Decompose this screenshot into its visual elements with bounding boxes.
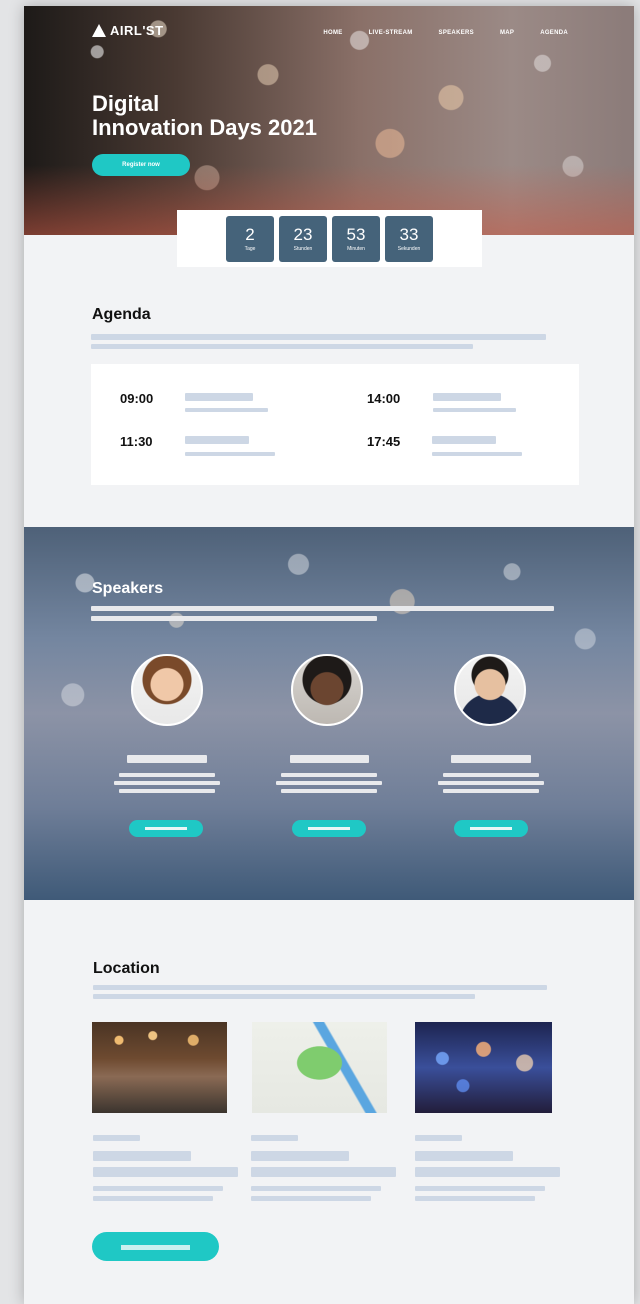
logo-icon [92, 24, 106, 37]
button-label-placeholder [121, 1245, 190, 1250]
location-text-placeholder [415, 1196, 535, 1201]
location-label-placeholder [93, 1135, 140, 1141]
speaker-text-placeholder [119, 789, 215, 793]
countdown-value: 2 [245, 224, 255, 244]
speakers-intro-placeholder [91, 606, 554, 611]
logo-text: AIRL'ST [110, 23, 164, 38]
countdown-value: 23 [293, 224, 313, 244]
map-image[interactable] [252, 1022, 387, 1113]
countdown-label: Tage [244, 245, 256, 252]
countdown-label: Stunden [293, 245, 313, 252]
location-button[interactable] [92, 1232, 219, 1261]
location-title-placeholder [251, 1151, 349, 1161]
agenda-text-placeholder [185, 452, 275, 456]
location-title-placeholder [93, 1167, 238, 1177]
speaker-name-placeholder [290, 755, 369, 763]
location-title-placeholder [93, 1151, 191, 1161]
club-photo[interactable] [415, 1022, 552, 1113]
location-heading: Location [93, 960, 160, 977]
main-nav: HOME LIVE-STREAM SPEAKERS MAP AGENDA [323, 30, 568, 36]
speaker-name-placeholder [451, 755, 531, 763]
logo[interactable]: AIRL'ST [92, 23, 164, 38]
nav-item-agenda[interactable]: AGENDA [540, 30, 568, 36]
speaker-name-placeholder [127, 755, 207, 763]
countdown-value: 53 [346, 224, 366, 244]
speaker-text-placeholder [438, 781, 544, 785]
speaker-text-placeholder [119, 773, 215, 777]
speaker-profile-button[interactable] [292, 820, 366, 837]
venue-photo[interactable] [92, 1022, 227, 1113]
agenda-time: 17:45 [367, 434, 401, 449]
agenda-text-placeholder [433, 408, 516, 412]
speaker-text-placeholder [281, 789, 377, 793]
speakers-heading: Speakers [92, 580, 164, 597]
location-text-placeholder [251, 1196, 371, 1201]
speaker-text-placeholder [276, 781, 382, 785]
speaker-text-placeholder [114, 781, 220, 785]
location-label-placeholder [415, 1135, 462, 1141]
speakers-section: Speakers [24, 527, 634, 900]
agenda-time: 11:30 [120, 434, 153, 449]
agenda-time: 09:00 [120, 391, 154, 406]
hero-title: Digital Innovation Days 2021 [92, 92, 317, 140]
speaker-text-placeholder [281, 773, 377, 777]
countdown-label: Minuten [347, 245, 365, 252]
button-label-placeholder [145, 827, 187, 830]
register-button[interactable]: Register now [92, 154, 190, 176]
agenda-heading: Agenda [92, 306, 151, 323]
speaker-text-placeholder [443, 773, 539, 777]
countdown-minutes: 53 Minuten [332, 215, 380, 262]
location-title-placeholder [251, 1167, 396, 1177]
countdown-label: Sekunden [397, 245, 421, 252]
button-label-placeholder [308, 827, 350, 830]
agenda-title-placeholder [185, 393, 253, 401]
hero-title-line1: Digital [92, 91, 160, 116]
countdown: 2 Tage 23 Stunden 53 Minuten 33 Sekunden [177, 210, 482, 267]
hero-banner: AIRL'ST HOME LIVE-STREAM SPEAKERS MAP AG… [24, 6, 634, 235]
location-text-placeholder [93, 1186, 223, 1191]
nav-item-map[interactable]: MAP [500, 30, 514, 36]
agenda-text-placeholder [185, 408, 268, 412]
agenda-title-placeholder [185, 436, 249, 444]
location-text-placeholder [93, 1196, 213, 1201]
speaker-avatar[interactable] [454, 654, 526, 726]
speaker-avatar[interactable] [291, 654, 363, 726]
speaker-profile-button[interactable] [454, 820, 528, 837]
nav-item-live-stream[interactable]: LIVE-STREAM [369, 30, 413, 36]
location-label-placeholder [251, 1135, 298, 1141]
hero-title-line2: Innovation Days 2021 [92, 115, 317, 140]
countdown-seconds: 33 Sekunden [385, 215, 433, 262]
location-title-placeholder [415, 1151, 513, 1161]
agenda-intro-placeholder [91, 334, 546, 340]
countdown-days: 2 Tage [226, 215, 274, 262]
agenda-intro-placeholder [91, 344, 473, 349]
location-text-placeholder [251, 1186, 381, 1191]
countdown-value: 33 [399, 224, 419, 244]
location-text-placeholder [415, 1186, 545, 1191]
location-title-placeholder [415, 1167, 560, 1177]
nav-item-home[interactable]: HOME [323, 30, 342, 36]
countdown-hours: 23 Stunden [279, 215, 327, 262]
button-label-placeholder [470, 827, 512, 830]
location-intro-placeholder [93, 985, 547, 990]
page: AIRL'ST HOME LIVE-STREAM SPEAKERS MAP AG… [24, 6, 634, 1304]
speaker-text-placeholder [443, 789, 539, 793]
speakers-intro-placeholder [91, 616, 377, 621]
speaker-avatar[interactable] [131, 654, 203, 726]
nav-item-speakers[interactable]: SPEAKERS [439, 30, 474, 36]
location-intro-placeholder [93, 994, 475, 999]
agenda-time: 14:00 [367, 391, 401, 406]
speaker-profile-button[interactable] [129, 820, 203, 837]
agenda-text-placeholder [432, 452, 522, 456]
agenda-card: 09:00 14:00 11:30 17:45 [91, 364, 579, 485]
agenda-title-placeholder [433, 393, 501, 401]
agenda-title-placeholder [432, 436, 496, 444]
